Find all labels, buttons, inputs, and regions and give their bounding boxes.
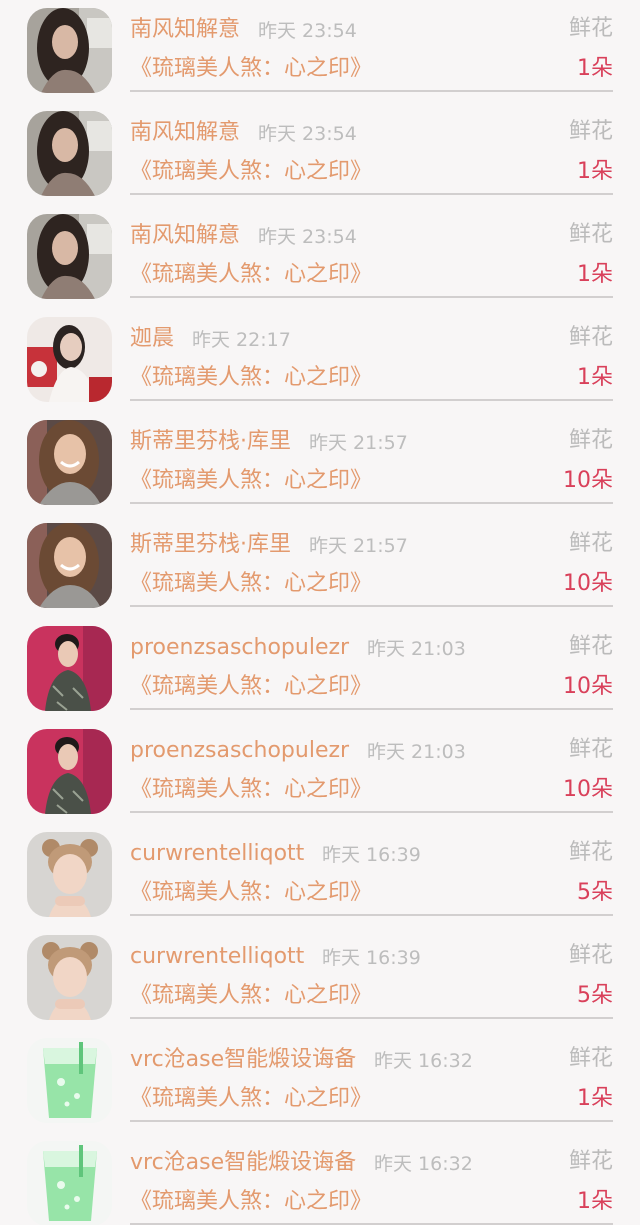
timestamp: 昨天 16:39: [322, 844, 421, 866]
timestamp: 昨天 21:57: [309, 432, 408, 454]
gift-count: 1朵: [577, 262, 613, 287]
gift-count: 1朵: [577, 56, 613, 81]
row-divider: [130, 193, 613, 195]
gift-record-item[interactable]: 斯蒂里芬栈·库里 昨天 21:57 鲜花《琉璃美人煞：心之印》 10朵: [0, 516, 640, 619]
gift-record-list: 南风知解意 昨天 23:54 鲜花 《琉璃美人煞：心之印》 1朵 南风知解意 昨天 23:5…: [0, 0, 640, 1225]
gift-count: 5朵: [577, 983, 613, 1008]
book-title-link[interactable]: 《琉璃美人煞：心之印》: [130, 259, 372, 291]
user-avatar[interactable]: [27, 935, 112, 1020]
gift-count: 1朵: [577, 159, 613, 184]
row-divider: [130, 1120, 613, 1122]
gift-type-label: 鲜花: [568, 1046, 613, 1071]
gift-count: 10朵: [563, 674, 613, 699]
username[interactable]: 迦晨: [130, 324, 174, 354]
user-avatar[interactable]: [27, 729, 112, 814]
book-title-link[interactable]: 《琉璃美人煞：心之印》: [130, 877, 372, 909]
gift-count: 1朵: [577, 365, 613, 390]
gift-count: 1朵: [577, 1189, 613, 1214]
row-divider: [130, 914, 613, 916]
username[interactable]: vrc沧ase智能煅设诲备: [130, 1148, 356, 1178]
gift-record-item[interactable]: proenzsaschopulezr 昨天 21:03 鲜花《琉璃美人煞：心之印》 1…: [0, 619, 640, 722]
gift-type-label: 鲜花: [568, 325, 613, 350]
user-avatar[interactable]: [27, 111, 112, 196]
username[interactable]: curwrentelliqott: [130, 942, 304, 972]
user-avatar[interactable]: [27, 317, 112, 402]
gift-type-label: 鲜花: [568, 634, 613, 659]
user-avatar[interactable]: [27, 1141, 112, 1225]
username[interactable]: 斯蒂里芬栈·库里: [130, 530, 291, 560]
timestamp: 昨天 16:32: [374, 1050, 473, 1072]
gift-record-item[interactable]: curwrentelliqott 昨天 16:39 鲜花《琉璃美人煞：心之印》 5朵: [0, 825, 640, 928]
user-avatar[interactable]: [27, 420, 112, 505]
user-avatar[interactable]: [27, 832, 112, 917]
user-avatar[interactable]: [27, 214, 112, 299]
row-divider: [130, 399, 613, 401]
username[interactable]: vrc沧ase智能煅设诲备: [130, 1045, 356, 1075]
book-title-link[interactable]: 《琉璃美人煞：心之印》: [130, 1186, 372, 1218]
gift-record-item[interactable]: 南风知解意 昨天 23:54 鲜花《琉璃美人煞：心之印》 1朵: [0, 207, 640, 310]
gift-type-label: 鲜花: [568, 840, 613, 865]
book-title-link[interactable]: 《琉璃美人煞：心之印》: [130, 980, 372, 1012]
gift-count: 10朵: [563, 468, 613, 493]
gift-record-item[interactable]: vrc沧ase智能煅设诲备 昨天 16:32 鲜花《琉璃美人煞：心之印》 1朵: [0, 1031, 640, 1134]
timestamp: 昨天 22:17: [192, 329, 291, 351]
book-title-link[interactable]: 《琉璃美人煞：心之印》: [130, 53, 372, 85]
username[interactable]: curwrentelliqott: [130, 839, 304, 869]
timestamp: 昨天 23:54: [258, 123, 357, 145]
gift-type-label: 鲜花: [568, 531, 613, 556]
gift-type-label: 鲜花: [568, 222, 613, 247]
gift-type-label: 鲜花: [568, 737, 613, 762]
book-title-link[interactable]: 《琉璃美人煞：心之印》: [130, 671, 372, 703]
username[interactable]: 南风知解意: [130, 221, 240, 251]
book-title-link[interactable]: 《琉璃美人煞：心之印》: [130, 465, 372, 497]
user-avatar[interactable]: [27, 523, 112, 608]
gift-count: 1朵: [577, 1086, 613, 1111]
username[interactable]: proenzsaschopulezr: [130, 633, 349, 663]
book-title-link[interactable]: 《琉璃美人煞：心之印》: [130, 1083, 372, 1115]
timestamp: 昨天 16:39: [322, 947, 421, 969]
gift-record-item[interactable]: proenzsaschopulezr 昨天 21:03 鲜花《琉璃美人煞：心之印》 1…: [0, 722, 640, 825]
gift-count: 10朵: [563, 777, 613, 802]
timestamp: 昨天 21:03: [367, 638, 466, 660]
gift-record-item[interactable]: 斯蒂里芬栈·库里 昨天 21:57 鲜花《琉璃美人煞：心之印》 10朵: [0, 413, 640, 516]
row-divider: [130, 605, 613, 607]
gift-record-item[interactable]: curwrentelliqott 昨天 16:39 鲜花《琉璃美人煞：心之印》 5朵: [0, 928, 640, 1031]
gift-type-label: 鲜花: [568, 119, 613, 144]
gift-type-label: 鲜花: [568, 428, 613, 453]
row-divider: [130, 502, 613, 504]
gift-record-item[interactable]: vrc沧ase智能煅设诲备 昨天 16:32 鲜花《琉璃美人煞：心之印》 1朵: [0, 1134, 640, 1225]
gift-record-item[interactable]: 南风知解意 昨天 23:54 鲜花《琉璃美人煞：心之印》 1朵: [0, 1, 640, 104]
gift-type-label: 鲜花: [568, 1149, 613, 1174]
row-divider: [130, 708, 613, 710]
username[interactable]: 南风知解意: [130, 118, 240, 148]
user-avatar[interactable]: [27, 8, 112, 93]
book-title-link[interactable]: 《琉璃美人煞：心之印》: [130, 362, 372, 394]
timestamp: 昨天 23:54: [258, 226, 357, 248]
username[interactable]: 斯蒂里芬栈·库里: [130, 427, 291, 457]
timestamp: 昨天 21:03: [367, 741, 466, 763]
user-avatar[interactable]: [27, 1038, 112, 1123]
book-title-link[interactable]: 《琉璃美人煞：心之印》: [130, 568, 372, 600]
row-divider: [130, 296, 613, 298]
username[interactable]: proenzsaschopulezr: [130, 736, 349, 766]
row-divider: [130, 1017, 613, 1019]
gift-count: 10朵: [563, 571, 613, 596]
gift-count: 5朵: [577, 880, 613, 905]
book-title-link[interactable]: 《琉璃美人煞：心之印》: [130, 774, 372, 806]
gift-record-item[interactable]: 迦晨 昨天 22:17 鲜花《琉璃美人煞：心之印》 1朵: [0, 310, 640, 413]
username[interactable]: 南风知解意: [130, 15, 240, 45]
timestamp: 昨天 23:54: [258, 20, 357, 42]
user-avatar[interactable]: [27, 626, 112, 711]
row-divider: [130, 811, 613, 813]
gift-type-label: 鲜花: [568, 943, 613, 968]
gift-record-item[interactable]: 南风知解意 昨天 23:54 鲜花《琉璃美人煞：心之印》 1朵: [0, 104, 640, 207]
timestamp: 昨天 16:32: [374, 1153, 473, 1175]
book-title-link[interactable]: 《琉璃美人煞：心之印》: [130, 156, 372, 188]
gift-type-label: 鲜花: [568, 16, 613, 41]
row-divider: [130, 90, 613, 92]
timestamp: 昨天 21:57: [309, 535, 408, 557]
